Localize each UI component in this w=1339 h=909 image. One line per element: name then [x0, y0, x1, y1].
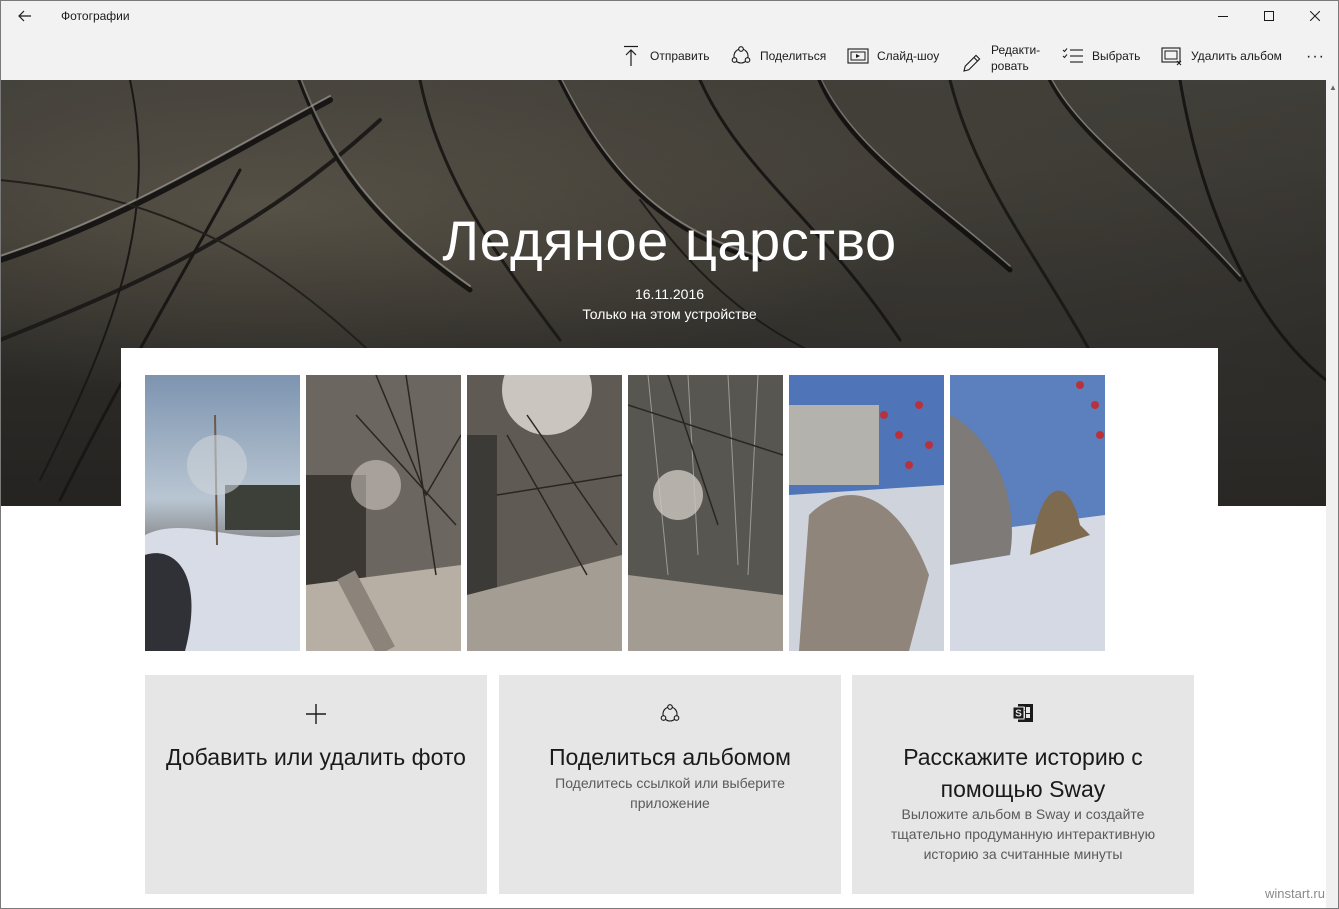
watermark: winstart.ru — [1265, 886, 1325, 901]
share-album-title: Поделиться альбомом — [549, 744, 791, 770]
vertical-scrollbar[interactable] — [1326, 80, 1339, 909]
delete-album-button[interactable]: Удалить альбом — [1161, 32, 1282, 80]
add-remove-photos-title: Добавить или удалить фото — [166, 744, 466, 770]
album-location: Только на этом устройстве — [582, 306, 757, 322]
delete-album-icon — [1161, 45, 1183, 67]
share-album-description: Поделитесь ссылкой или выберите приложен… — [555, 775, 785, 811]
sway-icon: S — [852, 703, 1194, 723]
photo-thumbnail[interactable] — [306, 375, 461, 651]
arrow-left-icon — [18, 10, 31, 22]
photo-thumbnail[interactable] — [628, 375, 783, 651]
maximize-button[interactable] — [1246, 0, 1292, 32]
photo-thumbnail-icon — [145, 375, 300, 651]
sway-story-description: Выложите альбом в Sway и создайте тщател… — [890, 806, 1156, 862]
photo-thumbnail-icon — [950, 375, 1105, 651]
close-icon — [1310, 11, 1320, 21]
pencil-icon — [961, 52, 983, 74]
app-title: Фотографии — [61, 9, 130, 23]
add-remove-photos-card[interactable]: Добавить или удалить фото — [145, 675, 487, 894]
slideshow-button[interactable]: Слайд-шоу — [847, 32, 939, 80]
share-label: Поделиться — [760, 49, 827, 63]
photo-thumbnail[interactable] — [467, 375, 622, 651]
share-icon — [730, 45, 752, 67]
svg-text:S: S — [1015, 709, 1022, 720]
edit-label: Редакти- ровать — [991, 32, 1040, 74]
album-title: Ледяное царство — [442, 209, 897, 272]
photo-thumbnail-icon — [789, 375, 944, 651]
scroll-up-arrow-icon[interactable]: ▲ — [1329, 83, 1337, 92]
edit-button[interactable]: Редакти- ровать — [961, 32, 1040, 80]
minimize-icon — [1218, 16, 1228, 17]
share-icon — [499, 703, 841, 725]
sway-story-title: Расскажите историю с помощью Sway — [903, 744, 1143, 802]
photo-thumbnail-icon — [628, 375, 783, 651]
edit-label-line2: ровать — [991, 59, 1029, 73]
plus-icon — [145, 703, 487, 725]
send-button[interactable]: Отправить — [620, 32, 710, 80]
minimize-button[interactable] — [1200, 0, 1246, 32]
upload-icon — [620, 45, 642, 67]
title-bar: Фотографии — [0, 0, 1339, 32]
select-label: Выбрать — [1092, 49, 1141, 63]
slideshow-icon — [847, 45, 869, 67]
photo-thumbnail[interactable] — [145, 375, 300, 651]
more-options-button[interactable]: ··· — [1306, 48, 1325, 66]
album-date: 16.11.2016 — [634, 286, 705, 302]
share-album-card[interactable]: Поделиться альбомом Поделитесь ссылкой и… — [499, 675, 841, 894]
close-button[interactable] — [1292, 0, 1338, 32]
checklist-icon — [1062, 45, 1084, 67]
slideshow-label: Слайд-шоу — [877, 49, 940, 63]
sway-story-card[interactable]: S Расскажите историю с помощью Sway Выло… — [852, 675, 1194, 894]
photo-thumbnail[interactable] — [789, 375, 944, 651]
select-button[interactable]: Выбрать — [1062, 32, 1140, 80]
back-button[interactable] — [8, 0, 42, 32]
photo-thumbnail[interactable] — [950, 375, 1105, 651]
command-bar: Отправить Поделиться Слайд-шоу Редакти- … — [0, 32, 1339, 80]
send-label: Отправить — [650, 49, 710, 63]
delete-album-label: Удалить альбом — [1191, 49, 1282, 63]
photo-thumbnail-icon — [467, 375, 622, 651]
edit-label-line1: Редакти- — [991, 43, 1041, 57]
photo-thumbnail-icon — [306, 375, 461, 651]
share-button[interactable]: Поделиться — [730, 32, 826, 80]
maximize-icon — [1264, 11, 1274, 21]
